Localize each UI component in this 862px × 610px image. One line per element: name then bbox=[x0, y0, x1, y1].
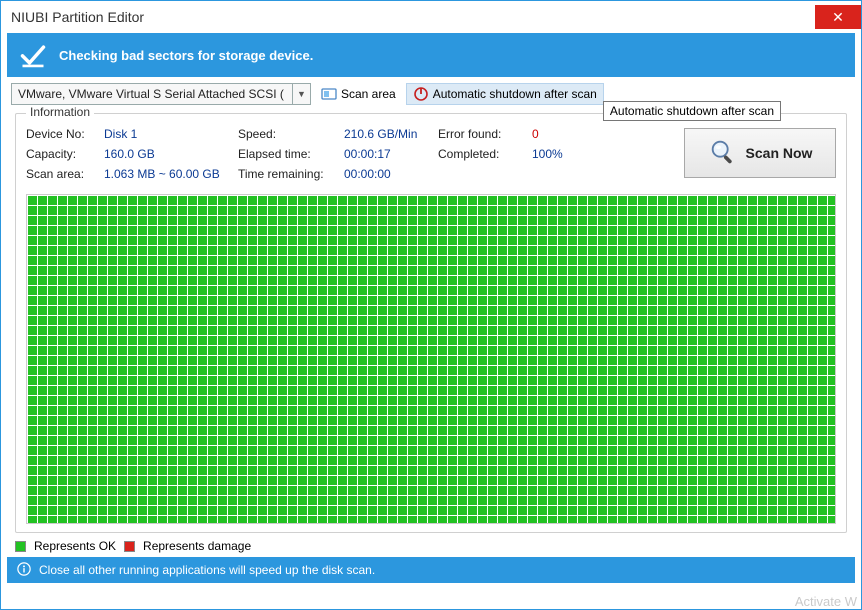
device-select[interactable]: VMware, VMware Virtual S Serial Attached… bbox=[11, 83, 311, 105]
information-panel: Information Device No:Disk 1 Capacity:16… bbox=[15, 113, 847, 533]
device-no-label: Device No: bbox=[26, 124, 98, 144]
close-button[interactable]: ✕ bbox=[815, 5, 861, 29]
ok-swatch-icon bbox=[15, 541, 26, 552]
checkmark-icon bbox=[19, 41, 47, 69]
errors-value: 0 bbox=[532, 124, 539, 144]
capacity-value: 160.0 GB bbox=[104, 144, 155, 164]
completed-value: 100% bbox=[532, 144, 563, 164]
auto-shutdown-label: Automatic shutdown after scan bbox=[433, 87, 597, 101]
sector-grid bbox=[26, 194, 836, 524]
footer-tip-text: Close all other running applications wil… bbox=[39, 563, 375, 577]
chevron-down-icon: ▼ bbox=[292, 84, 310, 104]
device-select-value: VMware, VMware Virtual S Serial Attached… bbox=[12, 87, 292, 101]
window-title: NIUBI Partition Editor bbox=[11, 9, 144, 25]
power-icon bbox=[413, 86, 429, 102]
scan-area-label: Scan area bbox=[341, 87, 396, 101]
scan-area-icon bbox=[321, 86, 337, 102]
elapsed-label: Elapsed time: bbox=[238, 144, 338, 164]
close-icon: ✕ bbox=[832, 9, 844, 26]
scan-now-label: Scan Now bbox=[746, 145, 813, 161]
scan-now-button[interactable]: Scan Now bbox=[684, 128, 836, 178]
toolbar: VMware, VMware Virtual S Serial Attached… bbox=[1, 77, 861, 109]
device-no-value: Disk 1 bbox=[104, 124, 137, 144]
footer-tip: Close all other running applications wil… bbox=[7, 557, 855, 583]
watermark: Activate W bbox=[795, 594, 857, 609]
scan-area-button[interactable]: Scan area bbox=[315, 83, 402, 105]
scan-area-info-value: 1.063 MB ~ 60.00 GB bbox=[104, 164, 220, 184]
remaining-value: 00:00:00 bbox=[344, 164, 391, 184]
legend-row: Represents OK Represents damage bbox=[1, 533, 861, 557]
speed-value: 210.6 GB/Min bbox=[344, 124, 417, 144]
information-legend: Information bbox=[26, 105, 94, 119]
elapsed-value: 00:00:17 bbox=[344, 144, 391, 164]
damage-swatch-icon bbox=[124, 541, 135, 552]
scan-area-info-label: Scan area: bbox=[26, 164, 98, 184]
magnifier-icon bbox=[708, 137, 738, 170]
capacity-label: Capacity: bbox=[26, 144, 98, 164]
banner-message: Checking bad sectors for storage device. bbox=[59, 48, 313, 63]
completed-label: Completed: bbox=[438, 144, 526, 164]
status-banner: Checking bad sectors for storage device. bbox=[7, 33, 855, 77]
damage-legend-label: Represents damage bbox=[143, 539, 251, 553]
remaining-label: Time remaining: bbox=[238, 164, 338, 184]
errors-label: Error found: bbox=[438, 124, 526, 144]
auto-shutdown-toggle[interactable]: Automatic shutdown after scan bbox=[406, 83, 604, 105]
info-icon bbox=[17, 562, 31, 579]
tooltip: Automatic shutdown after scan bbox=[603, 101, 781, 121]
titlebar: NIUBI Partition Editor ✕ bbox=[1, 1, 861, 33]
ok-legend-label: Represents OK bbox=[34, 539, 116, 553]
speed-label: Speed: bbox=[238, 124, 338, 144]
